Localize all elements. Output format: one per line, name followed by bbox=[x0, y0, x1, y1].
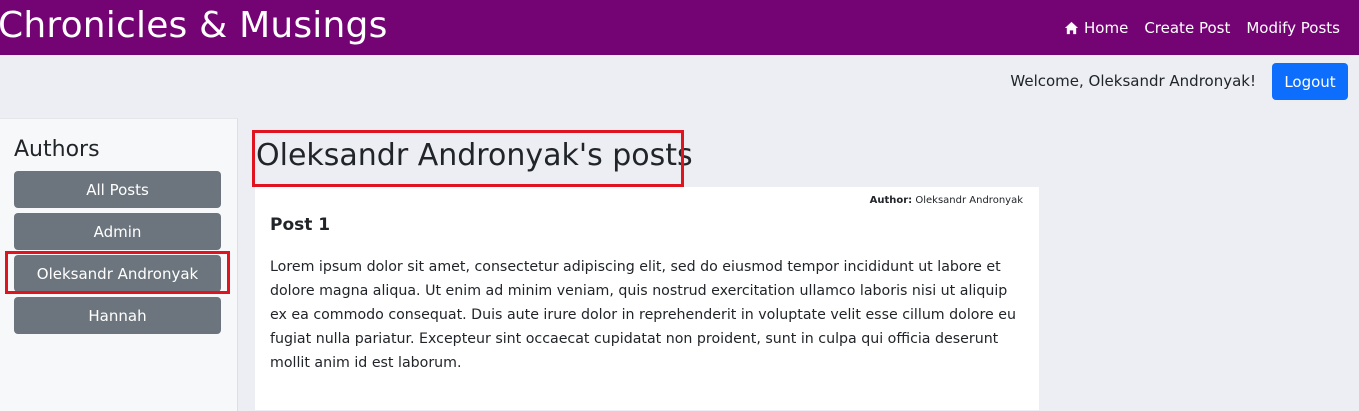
nav-links: Home Create Post Modify Posts bbox=[1064, 16, 1340, 40]
post-author-name: Oleksandr Andronyak bbox=[915, 195, 1023, 206]
nav-home-label: Home bbox=[1084, 19, 1129, 37]
page-title: Oleksandr Andronyak's posts bbox=[256, 138, 693, 173]
post-card: Author: Oleksandr Andronyak Post 1 Lorem… bbox=[255, 187, 1039, 410]
nav-home-link[interactable]: Home bbox=[1064, 16, 1128, 40]
logout-button[interactable]: Logout bbox=[1272, 63, 1348, 100]
sidebar-title: Authors bbox=[14, 137, 100, 162]
nav-create-post-link[interactable]: Create Post bbox=[1144, 16, 1230, 40]
top-navbar: Chronicles & Musings Home Create Post Mo… bbox=[0, 0, 1359, 55]
nav-modify-posts-link[interactable]: Modify Posts bbox=[1246, 16, 1340, 40]
sidebar-item-hannah[interactable]: Hannah bbox=[14, 297, 221, 334]
sidebar-item-all-posts[interactable]: All Posts bbox=[14, 171, 221, 208]
home-icon bbox=[1064, 21, 1079, 35]
post-body: Lorem ipsum dolor sit amet, consectetur … bbox=[270, 259, 1016, 371]
post-title[interactable]: Post 1 bbox=[270, 213, 330, 237]
authors-sidebar: Authors All Posts Admin Oleksandr Andron… bbox=[0, 118, 238, 411]
sidebar-item-admin[interactable]: Admin bbox=[14, 213, 221, 250]
post-author: Author: Oleksandr Andronyak bbox=[870, 194, 1023, 207]
sidebar-item-oleksandr-andronyak[interactable]: Oleksandr Andronyak bbox=[14, 255, 221, 292]
welcome-message: Welcome, Oleksandr Andronyak! bbox=[1010, 72, 1256, 90]
site-brand[interactable]: Chronicles & Musings bbox=[0, 2, 388, 50]
post-author-label: Author: bbox=[869, 195, 913, 206]
